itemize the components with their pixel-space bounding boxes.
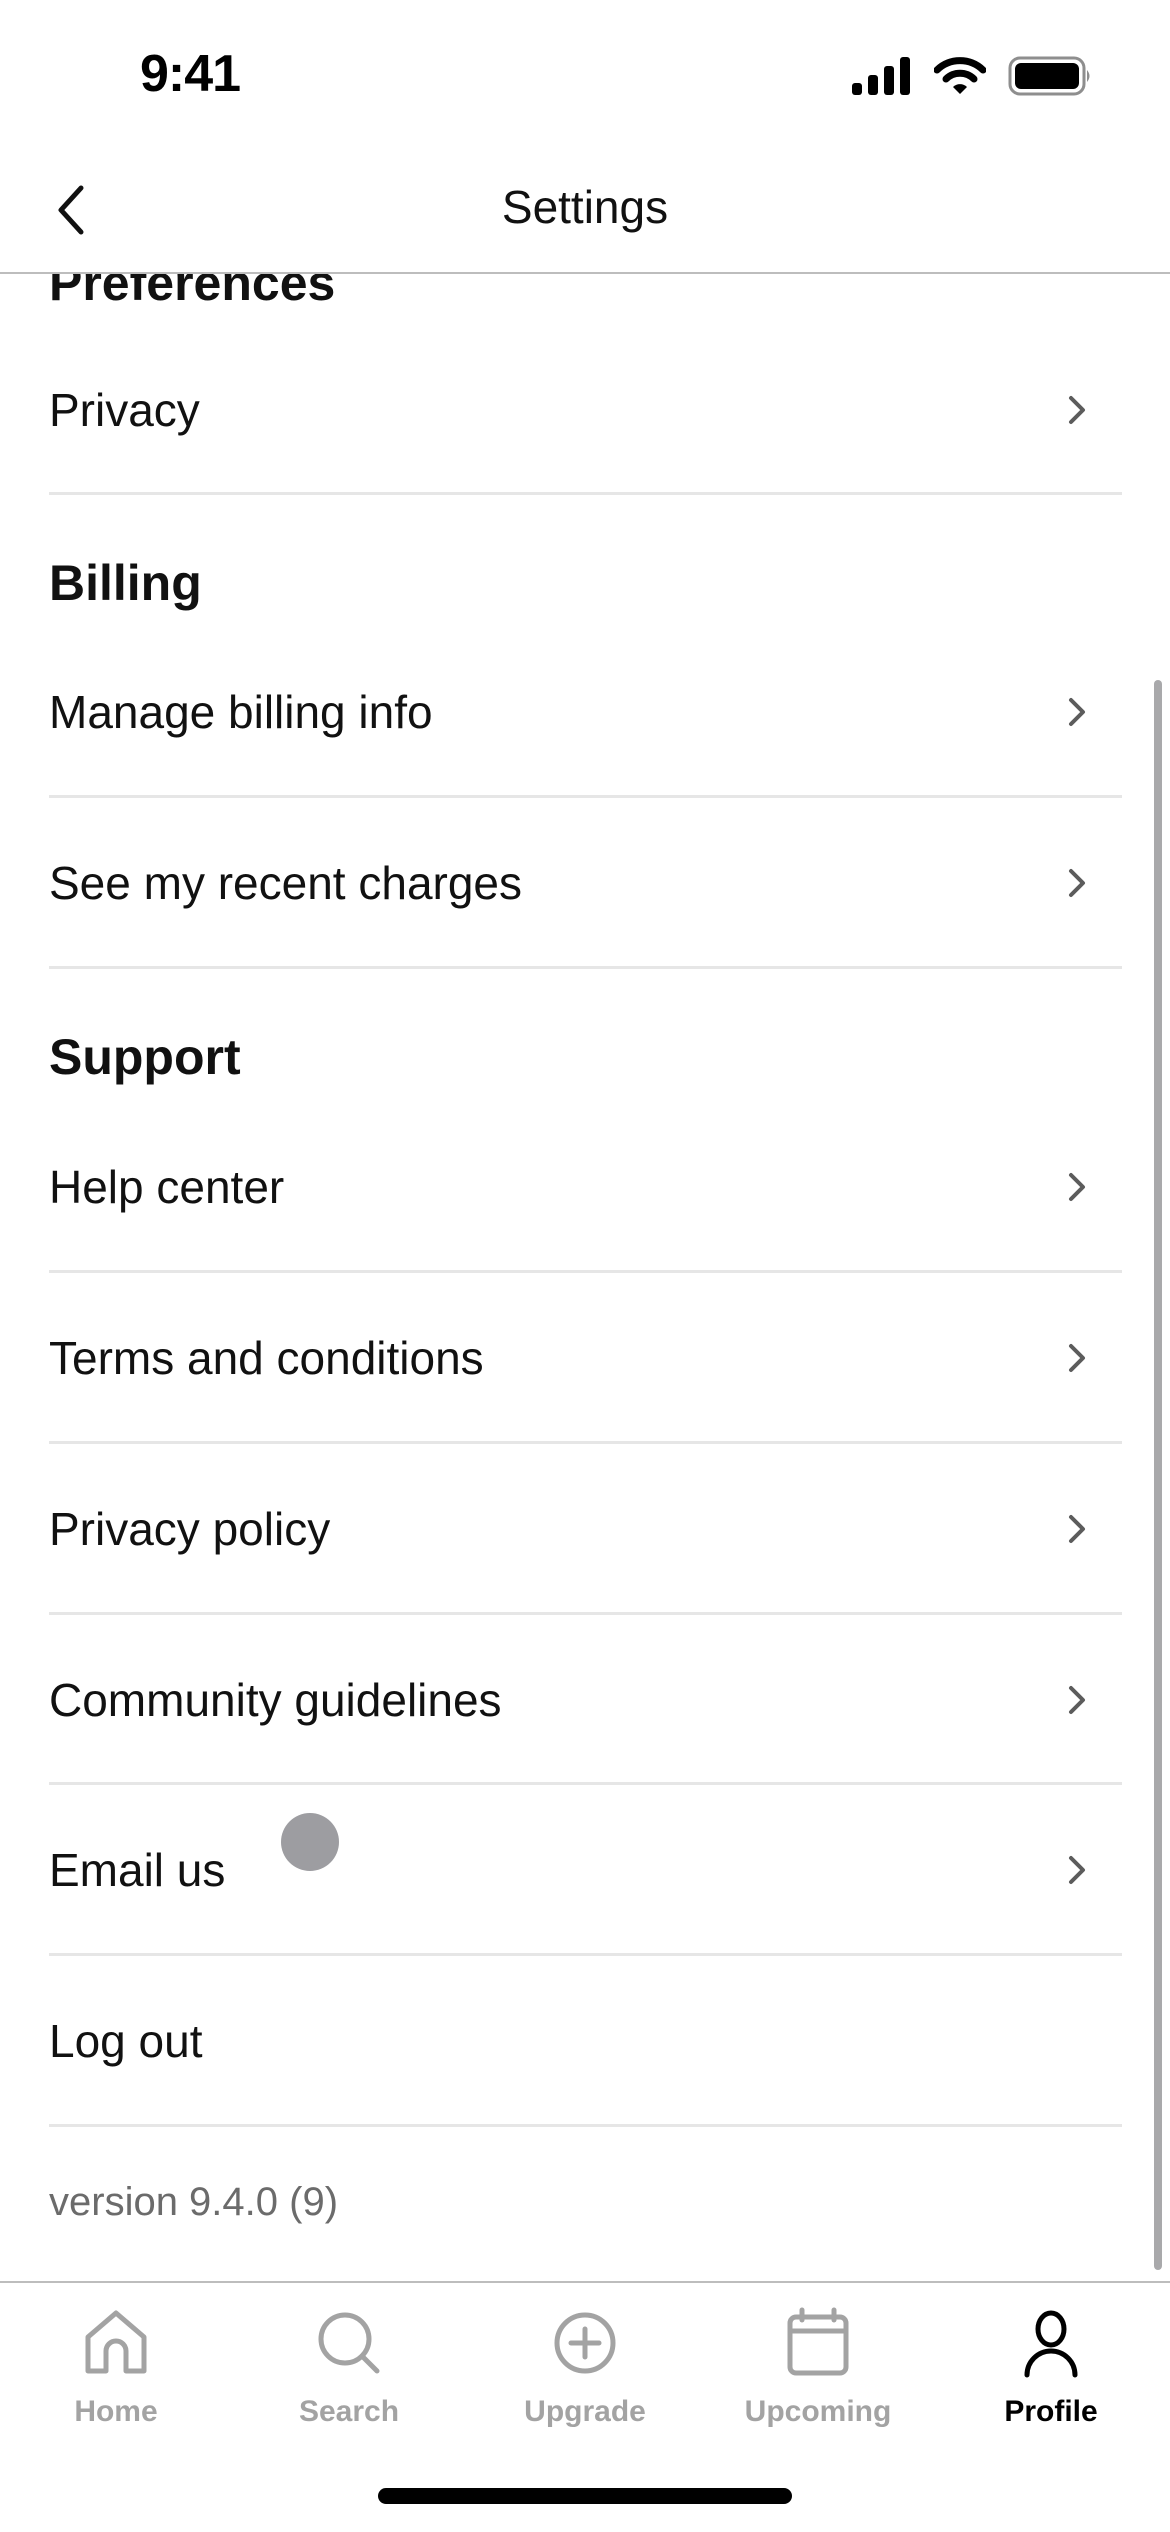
divider <box>49 492 1122 495</box>
row-label: Help center <box>49 1161 285 1213</box>
row-privacy-policy[interactable]: Privacy policy <box>49 1444 1122 1614</box>
row-manage-billing-info[interactable]: Manage billing info <box>49 627 1122 797</box>
chevron-right-icon <box>1069 1173 1085 1201</box>
row-label: Terms and conditions <box>49 1332 484 1384</box>
row-label: Privacy policy <box>49 1503 331 1555</box>
settings-list[interactable]: Preferences Privacy Billing Manage billi… <box>0 274 1170 2282</box>
tab-label: Search <box>298 2395 400 2428</box>
row-terms-and-conditions[interactable]: Terms and conditions <box>49 1273 1122 1443</box>
cellular-signal-icon <box>852 57 910 95</box>
status-icons <box>852 56 1092 96</box>
row-label: Email us <box>49 1844 226 1896</box>
search-icon <box>318 2312 380 2374</box>
tab-label: Profile <box>1004 2395 1098 2428</box>
page-title: Settings <box>501 181 669 233</box>
row-label: Community guidelines <box>49 1674 502 1726</box>
wifi-icon <box>934 57 986 94</box>
row-label: Log out <box>49 2015 203 2067</box>
battery-icon <box>1008 56 1090 96</box>
chevron-right-icon <box>1069 869 1085 897</box>
section-heading-preferences: Preferences <box>49 274 336 311</box>
version-label: version 9.4.0 (9) <box>49 2180 339 2224</box>
person-icon <box>1024 2310 1078 2378</box>
row-community-guidelines[interactable]: Community guidelines <box>49 1615 1122 1785</box>
tab-profile[interactable]: Profile <box>961 2293 1141 2443</box>
section-heading-billing: Billing <box>49 555 202 611</box>
chevron-right-icon <box>1069 1515 1085 1543</box>
tab-upcoming[interactable]: Upcoming <box>728 2293 908 2443</box>
chevron-right-icon <box>1069 698 1085 726</box>
divider <box>49 966 1122 969</box>
row-email-us[interactable]: Email us <box>49 1785 1122 1955</box>
tab-label: Upgrade <box>524 2395 646 2428</box>
row-privacy[interactable]: Privacy <box>49 325 1122 495</box>
home-icon <box>85 2310 147 2374</box>
chevron-right-icon <box>1069 1686 1085 1714</box>
row-label: Manage billing info <box>49 686 433 738</box>
row-label: See my recent charges <box>49 857 523 909</box>
plus-circle-icon <box>554 2312 616 2374</box>
touch-indicator <box>281 1813 339 1871</box>
nav-header: Settings <box>0 150 1170 274</box>
status-time: 9:41 <box>140 45 241 103</box>
divider <box>49 2124 1122 2127</box>
row-help-center[interactable]: Help center <box>49 1102 1122 1272</box>
tab-home[interactable]: Home <box>26 2293 206 2443</box>
chevron-right-icon <box>1069 1344 1085 1372</box>
status-bar: 9:41 <box>0 0 1170 150</box>
calendar-icon <box>787 2307 849 2376</box>
scrollbar[interactable] <box>1154 680 1162 2270</box>
row-log-out[interactable]: Log out <box>49 1956 1122 2126</box>
chevron-right-icon <box>1069 1856 1085 1884</box>
section-heading-support: Support <box>49 1029 241 1085</box>
row-see-recent-charges[interactable]: See my recent charges <box>49 798 1122 968</box>
tab-label: Upcoming <box>744 2395 892 2428</box>
row-label: Privacy <box>49 384 200 436</box>
tab-search[interactable]: Search <box>259 2293 439 2443</box>
chevron-right-icon <box>1069 396 1085 424</box>
tab-label: Home <box>74 2395 158 2428</box>
tab-upgrade[interactable]: Upgrade <box>495 2293 675 2443</box>
home-indicator[interactable] <box>378 2488 792 2504</box>
